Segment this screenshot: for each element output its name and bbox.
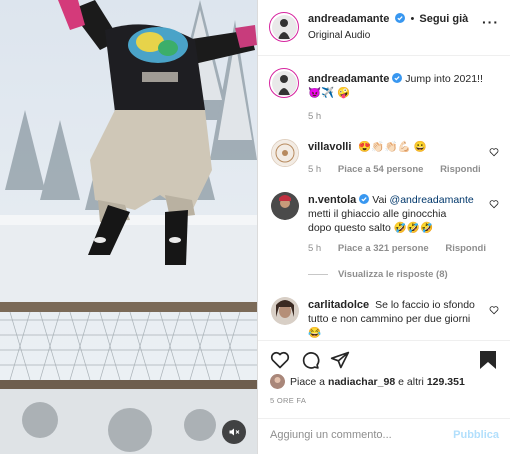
mention-link[interactable]: @andreadamante (390, 194, 474, 206)
caption-text: andreadamante Jump into 2021!! 😈✈️ 🤪 (308, 72, 488, 100)
caption-username[interactable]: andreadamante (308, 73, 389, 85)
liker-username[interactable]: nadiachar_98 (328, 376, 395, 388)
comment-text: villavolli 😍👏🏻👏🏻💪🏻 😀 (308, 140, 488, 154)
like-comment-heart-icon[interactable] (489, 147, 499, 157)
reply-button[interactable]: Rispondi (445, 243, 486, 254)
audio-label[interactable]: Original Audio (308, 30, 370, 41)
comment-text: carlitadolce Se lo faccio io sfondo tutt… (308, 298, 488, 340)
comment-input[interactable]: Aggiungi un commento... (270, 429, 392, 441)
comment-text: n.ventola Vai @andreadamante metti il gh… (308, 193, 488, 235)
more-options-icon[interactable]: ··· (482, 14, 499, 30)
view-replies-button[interactable]: Visualizza le risposte (8) (308, 269, 448, 280)
reply-button[interactable]: Rispondi (440, 164, 481, 175)
comment-body: 😍👏🏻👏🏻💪🏻 😀 (358, 141, 427, 153)
comment-username[interactable]: carlitadolce (308, 299, 369, 311)
comment-prefix: Vai (372, 194, 387, 206)
likes-count[interactable]: 129.351 (427, 376, 465, 388)
post-comment-button[interactable]: Pubblica (453, 429, 499, 441)
post-header: andreadamante • Segui già Original Audio… (258, 0, 510, 56)
likes-prefix: Piace a (290, 375, 326, 388)
view-replies-label[interactable]: Visualizza le risposte (8) (338, 269, 448, 280)
author-avatar[interactable] (269, 12, 299, 42)
post-timestamp[interactable]: 5 ORE FA (270, 396, 306, 405)
person-silhouette-icon (277, 74, 290, 95)
likes-summary: Piace a nadiachar_98 e altri 129.351 (270, 374, 465, 389)
save-bookmark-icon[interactable] (479, 350, 497, 370)
comment-likes[interactable]: Piace a 321 persone (338, 243, 429, 254)
comment-input-bar: Aggiungi un commento... Pubblica (258, 418, 510, 454)
comment-avatar-carlitadolce[interactable] (271, 297, 299, 325)
logo-crest-icon (275, 143, 295, 163)
comment-body-line2: tutto e non cammino per due giorni (308, 313, 471, 325)
video-frame-image (0, 0, 257, 454)
follow-status-button[interactable]: Segui già (419, 13, 468, 25)
comment-meta: 5 h Piace a 321 persone Rispondi (308, 243, 500, 254)
liker-avatar[interactable] (270, 374, 285, 389)
comment-username[interactable]: villavolli (308, 141, 351, 153)
separator-dot: • (410, 13, 415, 25)
caption-emojis: 😈✈️ 🤪 (308, 87, 351, 99)
post-video[interactable] (0, 0, 257, 454)
post-modal: andreadamante • Segui già Original Audio… (0, 0, 510, 454)
comment-time: 5 h (308, 164, 322, 175)
share-paper-plane-icon[interactable] (330, 350, 350, 370)
caption-meta: 5 h (308, 111, 335, 122)
person-photo-icon (271, 297, 299, 325)
person-silhouette-icon (277, 18, 290, 39)
author-username[interactable]: andreadamante (308, 13, 389, 25)
comment-body-line1: Se lo faccio io sfondo (375, 299, 475, 311)
replies-divider (308, 274, 328, 275)
post-sidebar: andreadamante • Segui già Original Audio… (257, 0, 510, 454)
comment-username[interactable]: n.ventola (308, 194, 356, 206)
verified-badge-icon (359, 194, 370, 204)
like-heart-icon[interactable] (270, 350, 290, 370)
comment-body-line3: dopo questo salto 🤣🤣🤣 (308, 222, 434, 234)
comment-body-line3: 😂 (308, 327, 322, 339)
comment-avatar-villavolli[interactable] (271, 139, 299, 167)
likes-suffix: e altri (398, 375, 424, 388)
caption-avatar[interactable] (269, 68, 299, 98)
verified-badge-icon (395, 13, 406, 23)
person-photo-icon (270, 374, 285, 389)
speaker-muted-icon (229, 428, 240, 436)
comment-meta: 5 h Piace a 54 persone Rispondi (308, 164, 495, 175)
like-comment-heart-icon[interactable] (489, 305, 499, 315)
mute-button[interactable] (222, 420, 246, 444)
comment-avatar-nventola[interactable] (271, 192, 299, 220)
comment-time: 5 h (308, 243, 322, 254)
like-comment-heart-icon[interactable] (489, 199, 499, 209)
person-photo-icon (271, 192, 299, 220)
verified-badge-icon (392, 73, 403, 83)
comment-likes[interactable]: Piace a 54 persone (338, 164, 424, 175)
caption-time: 5 h (308, 111, 322, 122)
caption-body: Jump into 2021!! (405, 73, 483, 85)
comment-body-line2: metti il ghiaccio alle ginocchia (308, 208, 447, 220)
comment-bubble-icon[interactable] (300, 350, 320, 370)
header-title-line: andreadamante • Segui già (308, 13, 468, 25)
